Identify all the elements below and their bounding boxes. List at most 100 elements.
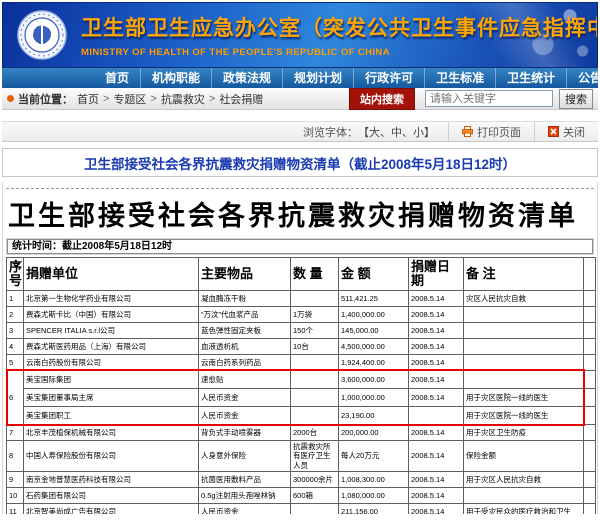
cell-donor: 中国人寿保险股份有限公司 — [24, 441, 199, 472]
font-size-label: 浏览字体： — [303, 124, 358, 140]
breadcrumb-separator: > — [209, 93, 215, 105]
breadcrumb-label: 当前位置： — [18, 91, 73, 107]
cell-donor: SPENCER ITALIA s.r.l公司 — [24, 323, 199, 339]
cell-item: 0.5g注射用头孢唑林钠 — [199, 488, 291, 504]
cell-quantity — [291, 407, 339, 425]
cell-amount: 1,000,000.00 — [339, 389, 409, 407]
close-page-button[interactable]: 关闭 — [563, 124, 585, 140]
cell-item: 人民币资金 — [199, 407, 291, 425]
header-items: 主要物品 — [199, 258, 291, 291]
cell-donor: 美宝国际集团 — [24, 371, 199, 389]
breadcrumb-item-topics[interactable]: 专题区 — [113, 91, 146, 107]
nav-item-announcements[interactable]: 公告通告 — [566, 68, 600, 88]
cell-no: 11 — [7, 504, 24, 514]
cell-donor: 北京丰茂植保机械有限公司 — [24, 425, 199, 441]
cell-spacer — [584, 389, 596, 407]
nav-item-statistics[interactable]: 卫生统计 — [495, 68, 566, 88]
cell-item: 血液透析机 — [199, 339, 291, 355]
cell-no: 7 — [7, 425, 24, 441]
nav-item-licensing[interactable]: 行政许可 — [353, 68, 424, 88]
cell-note: 用于灾区卫生防疫 — [464, 425, 584, 441]
cell-note: 用于灾区医院一线的医生 — [464, 389, 584, 407]
table-row: 5云南白药股份有限公司云南白药系列药品 1,924,400.002008.5.14 — [7, 355, 596, 371]
main-nav: 首页 机构职能 政策法规 规划计划 行政许可 卫生标准 卫生统计 公告通告 工作… — [2, 68, 598, 88]
breadcrumb-bar: 当前位置： 首页 > 专题区 > 抗震救灾 > 社会捐赠 站内搜索 搜索 — [2, 88, 598, 110]
cell-amount: 23,190.00 — [339, 407, 409, 425]
cell-quantity: 600箱 — [291, 488, 339, 504]
cell-spacer — [584, 441, 596, 472]
nav-item-plans[interactable]: 规划计划 — [282, 68, 353, 88]
cell-no: 5 — [7, 355, 24, 371]
cell-amount: 200,000.00 — [339, 425, 409, 441]
breadcrumb-bullet-icon — [7, 95, 14, 102]
cell-no: 2 — [7, 307, 24, 323]
cell-note: 保险金额 — [464, 441, 584, 472]
cell-spacer — [584, 371, 596, 389]
cell-donor: 云南白药股份有限公司 — [24, 355, 199, 371]
cell-quantity: 150个 — [291, 323, 339, 339]
font-size-section: 浏览字体： 【大、中、小】 — [290, 122, 448, 141]
document-area: 卫生部接受社会各界抗震救灾捐赠物资清单 统计时间：截止2008年5月18日12时… — [2, 182, 598, 514]
cell-spacer — [584, 488, 596, 504]
cell-date: 2008.5.14 — [409, 291, 464, 307]
cell-note — [464, 371, 584, 389]
breadcrumb-item-donations[interactable]: 社会捐赠 — [219, 91, 263, 107]
cell-no: 6 — [7, 371, 24, 425]
table-row: 10石药集团有限公司0.5g注射用头孢唑林钠600箱1,080,000.0020… — [7, 488, 596, 504]
print-page-button[interactable]: 打印页面 — [477, 124, 521, 140]
cell-spacer — [584, 323, 596, 339]
cell-item: 背负式手动喷雾器 — [199, 425, 291, 441]
table-row: 6美宝国际集团速愈贴3,600,000.002008.5.14 — [7, 371, 596, 389]
cell-donor: 美宝集团董事局主席 — [24, 389, 199, 407]
cell-item: 速愈贴 — [199, 371, 291, 389]
table-row: 4费森尤斯医药用品（上海）有限公司血液透析机10台4,500,000.00200… — [7, 339, 596, 355]
table-row: 9南京金地普慧医药科技有限公司抗菌医用敷料产品300000余片1,008,300… — [7, 472, 596, 488]
cell-item: 云南白药系列药品 — [199, 355, 291, 371]
header-no: 序号 — [7, 258, 24, 291]
table-row: 11北京智美尚成广告有限公司人民币资金211,156.002008.5.14用于… — [7, 504, 596, 514]
header-spacer — [584, 258, 596, 291]
article-title-link[interactable]: 卫生部接受社会各界抗震救灾捐赠物资清单（截止2008年5月18日12时） — [84, 153, 516, 173]
cell-date: 2008.5.14 — [409, 441, 464, 472]
cell-date: 2008.5.14 — [409, 355, 464, 371]
cell-spacer — [584, 339, 596, 355]
cell-no: 8 — [7, 441, 24, 472]
article-title-box: 卫生部接受社会各界抗震救灾捐赠物资清单（截止2008年5月18日12时） — [2, 148, 598, 177]
nav-item-home[interactable]: 首页 — [94, 68, 140, 88]
cell-note — [464, 307, 584, 323]
cell-item: 抗菌医用敷料产品 — [199, 472, 291, 488]
header-donor: 捐赠单位 — [24, 258, 199, 291]
cell-amount: 1,924,400.00 — [339, 355, 409, 371]
breadcrumb-separator: > — [150, 93, 156, 105]
header-date: 捐赠日期 — [409, 258, 464, 291]
printer-icon — [462, 126, 473, 137]
site-search-button[interactable]: 站内搜索 — [349, 88, 415, 110]
cell-amount: 1,008,300.00 — [339, 472, 409, 488]
cell-amount: 4,500,000.00 — [339, 339, 409, 355]
cell-amount: 145,000.00 — [339, 323, 409, 339]
cell-no: 9 — [7, 472, 24, 488]
cell-spacer — [584, 407, 596, 425]
cell-no: 4 — [7, 339, 24, 355]
nav-item-standards[interactable]: 卫生标准 — [424, 68, 495, 88]
table-row: 3SPENCER ITALIA s.r.l公司蓝色弹性固定夹板150个145,0… — [7, 323, 596, 339]
cell-donor: 北京第一生物化学药业有限公司 — [24, 291, 199, 307]
search-input[interactable] — [425, 90, 553, 107]
cell-amount: 1,400,000.00 — [339, 307, 409, 323]
breadcrumb-item-home[interactable]: 首页 — [77, 91, 99, 107]
cell-donor: 北京智美尚成广告有限公司 — [24, 504, 199, 514]
breadcrumb-item-quake-relief[interactable]: 抗震救灾 — [161, 91, 205, 107]
search-button[interactable]: 搜索 — [559, 89, 593, 109]
cell-date: 2008.5.14 — [409, 371, 464, 389]
nav-item-policies[interactable]: 政策法规 — [211, 68, 282, 88]
cell-donor: 费森尤斯医药用品（上海）有限公司 — [24, 339, 199, 355]
cell-no: 3 — [7, 323, 24, 339]
font-size-options[interactable]: 【大、中、小】 — [358, 124, 435, 140]
breadcrumb-separator: > — [103, 93, 109, 105]
nav-item-functions[interactable]: 机构职能 — [140, 68, 211, 88]
cell-date: 2008.5.14 — [409, 425, 464, 441]
cell-date: 2008.5.14 — [409, 472, 464, 488]
cell-no: 10 — [7, 488, 24, 504]
cell-spacer — [584, 307, 596, 323]
cell-quantity — [291, 355, 339, 371]
